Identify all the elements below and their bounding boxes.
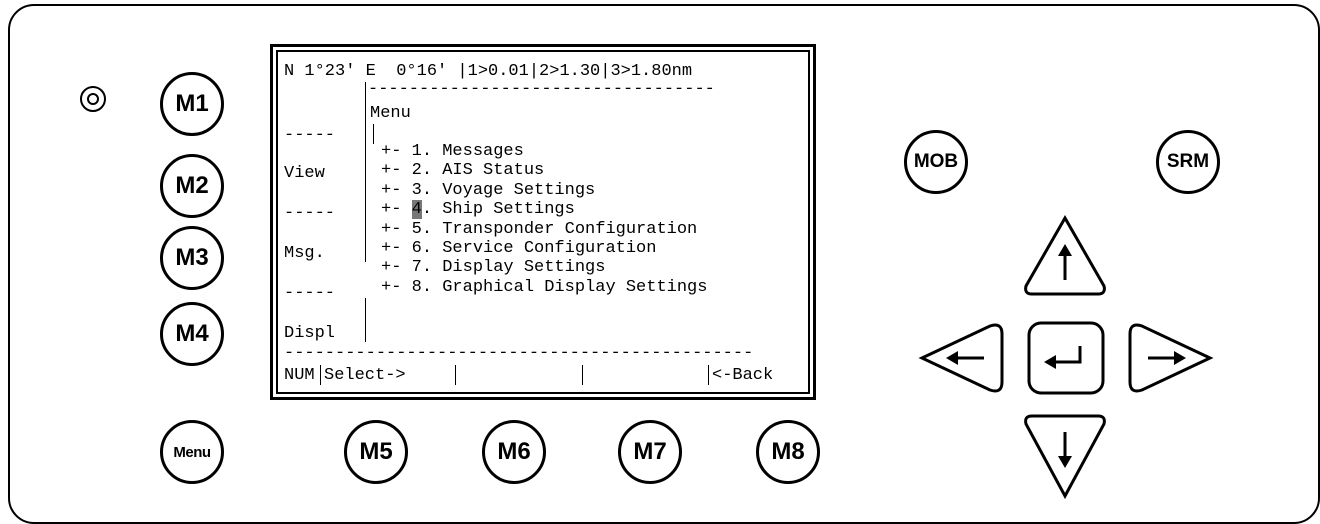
- menu-key[interactable]: Menu: [160, 420, 224, 484]
- m2-key[interactable]: M2: [160, 154, 224, 218]
- arrow-down-icon[interactable]: [1020, 412, 1110, 500]
- menu-item-number: 7: [411, 258, 422, 278]
- m6-key[interactable]: M6: [482, 420, 546, 484]
- menu-item-prefix: +-: [381, 161, 412, 181]
- left-column-separator-lower: [365, 298, 366, 342]
- softkey-select[interactable]: Select->: [324, 366, 406, 385]
- arrow-left-icon[interactable]: [918, 322, 1008, 394]
- m4-key[interactable]: M4: [160, 302, 224, 366]
- softkey-sep-1: [320, 365, 321, 385]
- menu-item-label: . Service Configuration: [421, 239, 657, 258]
- menu-title: Menu: [370, 104, 411, 123]
- left-label-divider-1: -----: [284, 126, 336, 145]
- srm-key[interactable]: SRM: [1156, 130, 1220, 194]
- m7-key[interactable]: M7: [618, 420, 682, 484]
- arrow-right-icon[interactable]: [1124, 322, 1214, 394]
- softkey-num[interactable]: NUM: [284, 366, 315, 385]
- arrow-up-icon[interactable]: [1020, 214, 1110, 298]
- menu-item-label: . Voyage Settings: [421, 180, 596, 200]
- menu-item-7[interactable]: +- 7. Display Settings: [381, 258, 605, 277]
- left-column-separator: [365, 82, 366, 262]
- softkey-back[interactable]: <-Back: [712, 366, 773, 385]
- mob-key[interactable]: MOB: [904, 130, 968, 194]
- menu-item-prefix: +-: [381, 180, 412, 200]
- left-label-view[interactable]: View: [284, 164, 325, 183]
- menu-item-prefix: +-: [381, 258, 412, 278]
- menu-item-number: 8: [411, 277, 422, 297]
- softkey-sep-3: [582, 365, 583, 385]
- menu-item-label: . Display Settings: [421, 258, 606, 278]
- m8-key[interactable]: M8: [756, 420, 820, 484]
- menu-item-3[interactable]: +- 3. Voyage Settings: [381, 181, 595, 200]
- menu-item-prefix: +-: [381, 239, 412, 258]
- m3-key[interactable]: M3: [160, 226, 224, 290]
- softkey-sep-4: [708, 365, 709, 385]
- menu-item-prefix: +-: [381, 200, 412, 220]
- menu-item-number: 2: [411, 161, 422, 181]
- left-label-displ[interactable]: Displ: [284, 324, 335, 343]
- menu-item-number: 3: [411, 180, 422, 200]
- menu-item-label: . Ship Settings: [421, 200, 575, 220]
- menu-item-number: 5: [411, 219, 422, 239]
- menu-item-number: 6: [411, 239, 422, 258]
- tree-trunk: [373, 124, 374, 144]
- menu-item-prefix: +-: [381, 142, 412, 161]
- status-line: N 1°23' E 0°16' |1>0.01|2>1.30|3>1.80nm: [284, 62, 693, 81]
- menu-item-prefix: +-: [381, 277, 412, 297]
- left-label-divider-3: -----: [284, 284, 336, 303]
- menu-item-2[interactable]: +- 2. AIS Status: [381, 161, 544, 180]
- menu-item-1[interactable]: +- 1. Messages: [381, 142, 524, 161]
- menu-item-label: . Messages: [421, 142, 524, 161]
- menu-item-4[interactable]: +- 4. Ship Settings: [381, 200, 575, 220]
- menu-item-6[interactable]: +- 6. Service Configuration: [381, 239, 656, 258]
- left-label-msg[interactable]: Msg.: [284, 244, 325, 263]
- divider-bottom: ----------------------------------------…: [284, 344, 754, 363]
- menu-item-number: 1: [411, 142, 422, 161]
- menu-item-label: . AIS Status: [421, 161, 545, 181]
- menu-item-prefix: +-: [381, 219, 412, 239]
- menu-item-label: . Transponder Configuration: [421, 219, 698, 239]
- divider-top: ----------------------------------: [368, 80, 715, 99]
- power-icon[interactable]: [80, 86, 106, 112]
- left-label-divider-2: -----: [284, 204, 336, 223]
- softkey-sep-2: [455, 365, 456, 385]
- menu-item-label: . Graphical Display Settings: [421, 277, 708, 297]
- m1-key[interactable]: M1: [160, 72, 224, 136]
- menu-item-5[interactable]: +- 5. Transponder Configuration: [381, 220, 697, 239]
- menu-item-8[interactable]: +- 8. Graphical Display Settings: [381, 278, 707, 297]
- menu-item-number: 4: [411, 200, 422, 220]
- m5-key[interactable]: M5: [344, 420, 408, 484]
- enter-icon[interactable]: [1026, 320, 1106, 396]
